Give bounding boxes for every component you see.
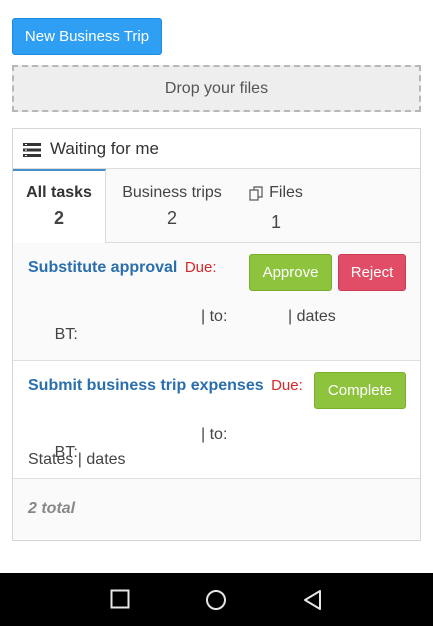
tab-label: All tasks — [26, 184, 92, 201]
file-dropzone[interactable]: Drop your files — [12, 65, 421, 112]
new-business-trip-button[interactable]: New Business Trip — [12, 18, 162, 55]
tab-count: 2 — [166, 208, 177, 228]
complete-button[interactable]: Complete — [314, 372, 406, 409]
tab-count: 2 — [53, 208, 64, 228]
task-title-text[interactable]: Submit business trip expenses — [28, 377, 264, 394]
files-icon — [249, 185, 263, 201]
tab-all-tasks[interactable]: All tasks 2 — [13, 169, 106, 244]
bt-label: BT: — [54, 326, 78, 343]
approve-button[interactable]: Approve — [249, 254, 332, 291]
task-item: Substitute approval Due: Approve Reject … — [13, 243, 420, 361]
task-title[interactable]: Submit business trip expenses Due: — [28, 377, 303, 395]
task-details-line2: States | dates — [28, 451, 126, 468]
tab-business-trips[interactable]: Business trips 2 — [113, 169, 231, 243]
tab-label: Files — [269, 184, 303, 201]
to-label: | to: — [201, 308, 228, 325]
to-label: | to: — [201, 426, 228, 443]
task-item: Submit business trip expenses Due: Compl… — [13, 361, 420, 479]
dates-label: | dates — [288, 308, 336, 325]
waiting-panel: Waiting for me All tasks 2 Business trip… — [12, 128, 421, 541]
reject-button[interactable]: Reject — [338, 254, 406, 291]
back-triangle-icon[interactable] — [302, 589, 322, 616]
square-icon[interactable] — [110, 589, 130, 614]
tab-files[interactable]: Files 1 — [241, 169, 311, 243]
android-nav-bar — [0, 573, 433, 626]
list-icon — [23, 142, 41, 157]
panel-title: Waiting for me — [50, 138, 159, 158]
task-tabs: All tasks 2 Business trips 2 Files 1 — [13, 169, 420, 244]
dropzone-label: Drop your files — [164, 79, 269, 97]
task-title-text[interactable]: Substitute approval — [28, 259, 177, 276]
panel-header: Waiting for me — [13, 129, 420, 169]
due-label: Due: — [271, 377, 303, 394]
tab-label: Business trips — [122, 184, 222, 201]
circle-icon[interactable] — [205, 589, 227, 616]
task-title[interactable]: Substitute approval Due: — [28, 259, 217, 277]
due-label: Due: — [184, 259, 217, 276]
tab-count: 1 — [270, 211, 281, 232]
